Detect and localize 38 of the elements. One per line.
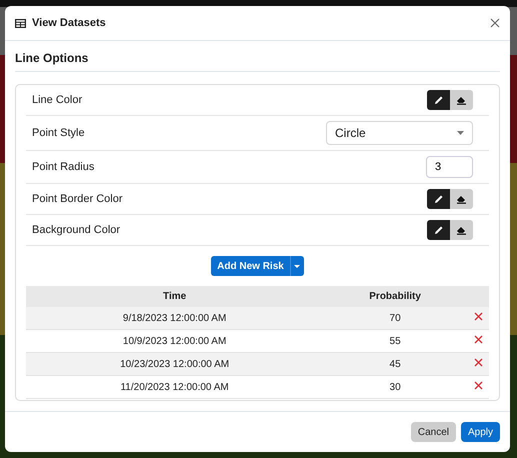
- option-label: Point Style: [32, 127, 85, 139]
- delete-icon[interactable]: [474, 358, 482, 367]
- eraser-icon: [456, 95, 467, 105]
- clear-color-button[interactable]: [450, 90, 473, 110]
- option-label: Point Radius: [32, 161, 94, 173]
- eraser-icon: [456, 225, 467, 235]
- time-cell: 10/23/2023 12:00:00 AM: [26, 352, 324, 376]
- pick-color-button[interactable]: [427, 90, 450, 110]
- cancel-button[interactable]: Cancel: [410, 422, 456, 442]
- pencil-icon: [434, 95, 444, 105]
- clear-color-button[interactable]: [450, 189, 473, 209]
- point-style-dropdown[interactable]: Circle: [326, 121, 473, 145]
- probability-cell: 45: [323, 352, 467, 376]
- option-label: Line Color: [32, 94, 82, 106]
- delete-icon[interactable]: [474, 381, 482, 390]
- column-header: Probability: [323, 286, 467, 307]
- close-icon[interactable]: [490, 18, 500, 28]
- dialog-title: View Datasets: [32, 17, 107, 29]
- pick-color-button[interactable]: [427, 220, 450, 240]
- radius-input-field[interactable]: 3: [426, 156, 473, 178]
- pencil-icon: [434, 194, 444, 204]
- eraser-icon: [456, 194, 467, 204]
- time-cell: 9/18/2023 12:00:00 AM: [26, 307, 324, 330]
- probability-cell: 70: [323, 307, 467, 330]
- probability-cell: 30: [323, 376, 467, 398]
- clear-color-button[interactable]: [450, 220, 473, 240]
- option-label: Point Border Color: [32, 193, 122, 205]
- apply-button[interactable]: Apply: [460, 422, 500, 442]
- pencil-icon: [434, 225, 444, 235]
- section-title: Line Options: [15, 51, 500, 72]
- delete-icon[interactable]: [474, 312, 482, 321]
- option-label: Background Color: [32, 224, 120, 236]
- caret-icon: [457, 131, 464, 135]
- column-header: Time: [26, 286, 324, 307]
- delete-icon[interactable]: [474, 335, 482, 344]
- pick-color-button[interactable]: [427, 189, 450, 209]
- time-cell: 11/20/2023 12:00:00 AM: [26, 376, 324, 398]
- table-icon: [15, 18, 26, 28]
